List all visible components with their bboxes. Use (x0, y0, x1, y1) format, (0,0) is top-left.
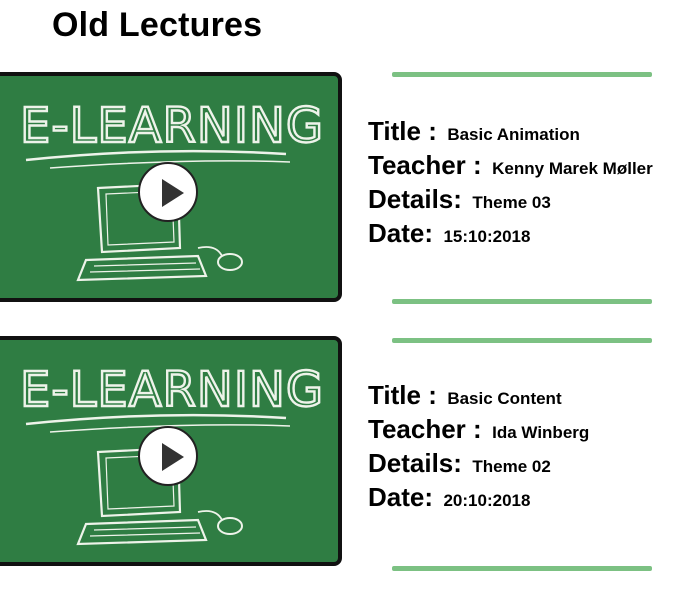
teacher-value: Ida Winberg (492, 423, 590, 442)
lecture-card: E-LEARNING Title : Basic Animation Teach… (0, 72, 692, 312)
title-label: Title : (368, 116, 437, 146)
teacher-row: Teacher : Ida Winberg (368, 412, 688, 446)
details-label: Details: (368, 448, 462, 478)
details-row: Details: Theme 02 (368, 446, 688, 480)
divider-top (392, 338, 652, 343)
title-row: Title : Basic Content (368, 378, 688, 412)
date-label: Date: (368, 218, 434, 248)
date-value: 15:10:2018 (443, 227, 531, 246)
title-value: Basic Content (447, 389, 562, 408)
date-label: Date: (368, 482, 434, 512)
video-thumbnail[interactable]: E-LEARNING (0, 336, 342, 566)
divider-bottom (392, 299, 652, 304)
play-icon (162, 443, 184, 471)
details-row: Details: Theme 03 (368, 182, 688, 216)
divider-bottom (392, 566, 652, 571)
title-row: Title : Basic Animation (368, 114, 688, 148)
thumbnail-text: E-LEARNING (20, 98, 324, 154)
date-row: Date: 20:10:2018 (368, 480, 688, 514)
play-icon (162, 179, 184, 207)
play-button[interactable] (138, 426, 198, 486)
teacher-label: Teacher : (368, 150, 482, 180)
play-button[interactable] (138, 162, 198, 222)
teacher-label: Teacher : (368, 414, 482, 444)
title-value: Basic Animation (447, 125, 580, 144)
date-value: 20:10:2018 (443, 491, 531, 510)
details-label: Details: (368, 184, 462, 214)
teacher-value: Kenny Marek Møller (492, 159, 653, 178)
divider-top (392, 72, 652, 77)
lecture-info: Title : Basic Content Teacher : Ida Winb… (368, 378, 688, 514)
date-row: Date: 15:10:2018 (368, 216, 688, 250)
lecture-info: Title : Basic Animation Teacher : Kenny … (368, 114, 688, 250)
title-label: Title : (368, 380, 437, 410)
page-title: Old Lectures (52, 6, 263, 44)
video-thumbnail[interactable]: E-LEARNING (0, 72, 342, 302)
lecture-card: E-LEARNING Title : Basic Content Teacher… (0, 336, 692, 576)
thumbnail-text: E-LEARNING (20, 362, 324, 418)
teacher-row: Teacher : Kenny Marek Møller (368, 148, 688, 182)
details-value: Theme 02 (472, 457, 551, 476)
details-value: Theme 03 (472, 193, 551, 212)
